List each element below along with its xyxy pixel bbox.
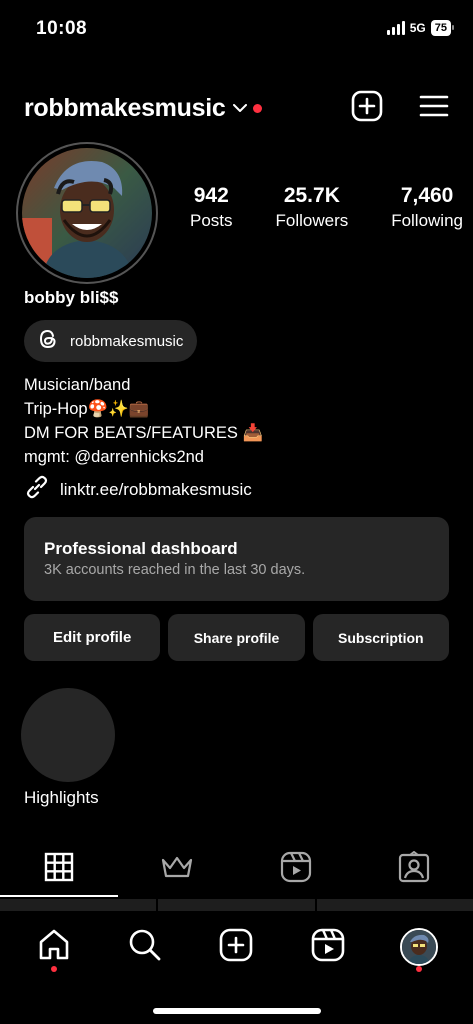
signal-icon <box>386 21 405 35</box>
home-icon <box>37 928 71 967</box>
network-label: 5G <box>409 21 426 35</box>
profile-header: robbmakesmusic <box>24 86 449 130</box>
threads-handle: robbmakesmusic <box>70 332 184 350</box>
display-name: bobby bli$$ <box>24 288 119 307</box>
active-tab-indicator <box>0 895 118 897</box>
search-icon <box>128 928 162 967</box>
tab-posts[interactable] <box>0 840 118 898</box>
nav-search[interactable] <box>120 922 170 972</box>
nav-reels[interactable] <box>303 922 353 972</box>
tab-subscriptions[interactable] <box>118 840 236 898</box>
stat-value: 25.7K <box>283 184 340 207</box>
stat-label: Following <box>391 211 463 230</box>
notification-dot <box>253 103 263 113</box>
status-indicators: 5G 75 <box>386 20 455 36</box>
bio-line: Trip-Hop🍄✨💼 <box>24 400 150 418</box>
post-thumbnail[interactable] <box>316 899 473 911</box>
stat-followers[interactable]: 25.7K Followers <box>275 184 348 232</box>
profile-stats: 942 Posts 25.7K Followers 7,460 Followin… <box>190 184 463 232</box>
menu-icon[interactable] <box>419 94 449 123</box>
tab-reels[interactable] <box>237 840 355 898</box>
nav-home[interactable] <box>29 922 79 972</box>
threads-badge[interactable]: robbmakesmusic <box>24 320 198 362</box>
grid-icon <box>44 852 74 887</box>
professional-dashboard[interactable]: Professional dashboard 3K accounts reach… <box>24 517 449 601</box>
post-grid-preview <box>0 899 473 911</box>
nav-create[interactable] <box>211 922 261 972</box>
profile-avatar-ring[interactable] <box>16 142 158 284</box>
highlights-label: Highlights <box>24 788 99 807</box>
bio-line[interactable]: mgmt: @darrenhicks2nd <box>24 445 263 469</box>
reels-icon <box>311 928 345 967</box>
profile-bio: Musician/band Trip-Hop🍄✨💼 DM FOR BEATS/F… <box>24 373 263 469</box>
stat-value: 7,460 <box>400 184 454 207</box>
threads-icon <box>38 328 58 354</box>
post-thumbnail[interactable] <box>158 899 315 911</box>
bottom-navigation <box>0 912 473 982</box>
username-switcher[interactable]: robbmakesmusic <box>24 94 226 123</box>
profile-actions: Edit profile Share profile Subscription <box>24 614 449 661</box>
subscription-button[interactable]: Subscription <box>312 614 449 661</box>
stat-posts[interactable]: 942 Posts <box>190 184 233 232</box>
bio-line: DM FOR BEATS/FEATURES 📥 <box>24 424 264 442</box>
stat-following[interactable]: 7,460 Following <box>391 184 463 232</box>
dashboard-subtitle: 3K accounts reached in the last 30 days. <box>44 562 306 578</box>
chevron-down-icon[interactable] <box>233 103 248 113</box>
post-thumbnail[interactable] <box>0 899 157 911</box>
bio-line: Musician/band <box>24 376 131 394</box>
profile-link[interactable]: linktr.ee/robbmakesmusic <box>24 474 252 505</box>
share-profile-button[interactable]: Share profile <box>168 614 305 661</box>
stat-value: 942 <box>193 184 229 207</box>
notification-dot <box>50 966 57 972</box>
profile-avatar[interactable] <box>22 148 152 278</box>
highlight-new[interactable] <box>21 688 115 782</box>
nav-profile[interactable] <box>394 922 444 972</box>
stat-label: Posts <box>190 211 233 230</box>
battery-icon: 75 <box>430 20 455 36</box>
profile-avatar-small <box>400 928 439 966</box>
create-icon <box>219 928 253 967</box>
dashboard-title: Professional dashboard <box>44 539 238 558</box>
content-tabs <box>0 840 473 898</box>
create-post-icon[interactable] <box>351 90 383 127</box>
edit-profile-button[interactable]: Edit profile <box>24 614 161 661</box>
status-bar: 10:08 5G 75 <box>0 0 473 58</box>
tagged-icon <box>398 850 430 888</box>
link-icon <box>24 474 50 505</box>
reels-icon <box>280 851 312 888</box>
status-time: 10:08 <box>36 18 88 39</box>
link-text[interactable]: linktr.ee/robbmakesmusic <box>60 480 252 500</box>
stat-label: Followers <box>275 211 349 230</box>
crown-icon <box>160 854 194 885</box>
home-indicator <box>153 1008 321 1014</box>
tab-tagged[interactable] <box>355 840 473 898</box>
notification-dot <box>416 966 423 972</box>
